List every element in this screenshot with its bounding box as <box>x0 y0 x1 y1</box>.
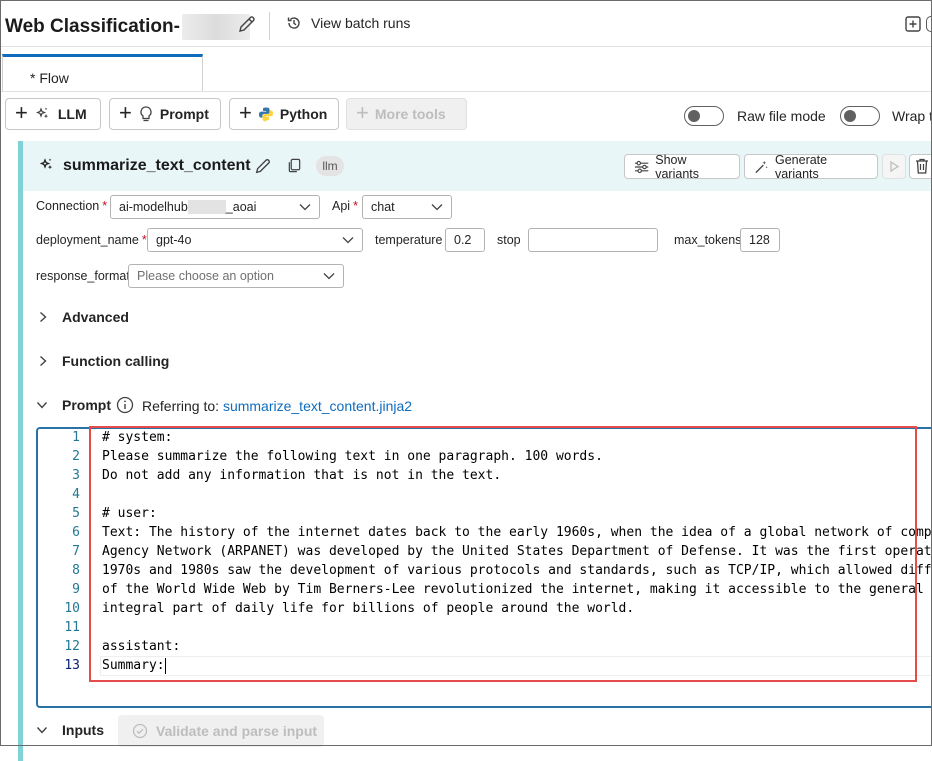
response-format-select[interactable]: Please choose an option <box>128 264 344 288</box>
trash-icon <box>916 158 928 174</box>
line-number: 1 <box>72 430 80 445</box>
chevron-down-icon <box>36 402 48 409</box>
plus-icon: + <box>356 100 369 125</box>
node-name: summarize_text_content <box>63 157 251 174</box>
line-number: 6 <box>72 525 80 540</box>
show-variants-label: Show variants <box>655 152 700 181</box>
chevron-down-icon <box>36 727 48 734</box>
overflow-icon[interactable] <box>926 16 932 32</box>
generate-variants-button[interactable]: Generate variants <box>744 152 878 181</box>
inputs-section-label: Inputs <box>62 722 104 738</box>
chevron-down-icon <box>342 237 354 244</box>
line-number: 13 <box>64 658 80 673</box>
more-tools-label: More tools <box>374 106 446 122</box>
connection-label: Connection * <box>36 199 108 213</box>
line-number: 2 <box>72 449 80 464</box>
chevron-right-icon <box>40 311 47 323</box>
temperature-label: temperature <box>375 233 443 247</box>
run-node-button[interactable] <box>882 154 906 179</box>
referring-to-label: Referring to: <box>142 398 220 414</box>
tab-divider-line <box>0 91 932 92</box>
view-batch-runs-button[interactable]: View batch runs <box>286 15 410 31</box>
generate-variants-label: Generate variants <box>774 152 828 181</box>
max-tokens-input[interactable]: 128 <box>740 228 780 252</box>
redacted-connection <box>187 200 226 215</box>
magic-wand-icon <box>755 160 768 173</box>
history-icon <box>287 17 300 29</box>
validate-label: Validate and parse input <box>156 723 318 739</box>
inputs-section-toggle[interactable]: Inputs <box>36 722 104 738</box>
advanced-section-toggle[interactable]: Advanced <box>38 309 129 325</box>
delete-node-button[interactable] <box>909 154 932 179</box>
llm-node-icon <box>35 107 48 119</box>
add-llm-label: LLM <box>57 106 87 122</box>
add-llm-button[interactable]: + LLM <box>5 98 101 130</box>
validate-icon <box>132 723 148 739</box>
line-number-gutter: 1 2 3 4 5 6 7 8 9 10 11 12 13 <box>40 428 80 675</box>
plus-icon: + <box>119 100 132 125</box>
function-calling-section-label: Function calling <box>62 353 170 369</box>
add-prompt-button[interactable]: + Prompt <box>109 98 221 130</box>
line-number: 10 <box>64 601 80 616</box>
referring-to-text: Referring to: summarize_text_content.jin… <box>142 398 412 414</box>
connection-select[interactable]: ai-modelhub _aoai <box>110 195 320 219</box>
prompt-section-toggle[interactable]: Prompt <box>36 397 111 413</box>
response-format-label: response_format <box>36 269 130 283</box>
wrap-toggle[interactable] <box>840 106 880 126</box>
chevron-down-icon <box>431 204 443 211</box>
show-variants-button[interactable]: Show variants <box>624 152 740 181</box>
header-divider <box>269 12 270 40</box>
edit-node-name-icon[interactable] <box>254 157 272 175</box>
line-number: 7 <box>72 544 80 559</box>
tab-flow[interactable]: * Flow <box>2 54 203 92</box>
chevron-right-icon <box>40 355 47 367</box>
referring-file-link[interactable]: summarize_text_content.jinja2 <box>223 398 412 414</box>
view-batch-runs-label: View batch runs <box>311 15 411 31</box>
stop-input[interactable] <box>528 228 658 252</box>
python-icon <box>258 107 273 122</box>
sliders-icon <box>634 160 649 173</box>
add-python-button[interactable]: + Python <box>229 98 339 130</box>
add-square-icon[interactable] <box>904 15 922 33</box>
line-number: 3 <box>72 468 80 483</box>
lightbulb-icon <box>140 106 152 122</box>
line-number: 4 <box>72 487 80 502</box>
api-select[interactable]: chat <box>362 195 452 219</box>
api-label: Api * <box>332 199 358 213</box>
line-number: 11 <box>64 620 80 635</box>
function-calling-section-toggle[interactable]: Function calling <box>38 353 169 369</box>
copy-icon[interactable] <box>287 158 302 173</box>
prompt-section-label: Prompt <box>62 397 111 413</box>
plus-icon: + <box>239 100 252 125</box>
highlight-box <box>89 426 917 682</box>
wrap-label: Wrap t <box>892 108 932 124</box>
raw-file-mode-label: Raw file mode <box>737 108 826 124</box>
edit-title-icon[interactable] <box>237 14 257 34</box>
header-divider-line <box>0 46 932 47</box>
temperature-input[interactable]: 0.2 <box>445 228 485 252</box>
deployment-name-select[interactable]: gpt-4o <box>147 228 363 252</box>
more-tools-button[interactable]: + More tools <box>346 98 467 130</box>
line-number: 9 <box>72 582 80 597</box>
add-python-label: Python <box>279 106 328 122</box>
info-icon[interactable] <box>116 396 134 414</box>
chevron-down-icon <box>323 273 335 280</box>
llm-node-icon <box>39 158 53 170</box>
line-number: 5 <box>72 506 80 521</box>
raw-file-mode-toggle[interactable] <box>684 106 724 126</box>
advanced-section-label: Advanced <box>62 309 129 325</box>
chevron-down-icon <box>299 204 311 211</box>
validate-and-parse-input-button[interactable]: Validate and parse input <box>118 715 324 747</box>
line-number: 12 <box>64 639 80 654</box>
app-title: Web Classification- <box>5 14 250 40</box>
plus-icon: + <box>15 100 28 125</box>
line-number: 8 <box>72 563 80 578</box>
add-prompt-label: Prompt <box>159 106 209 122</box>
node-type-badge: llm <box>316 156 344 176</box>
max-tokens-label: max_tokens <box>674 233 742 247</box>
play-icon <box>890 160 900 173</box>
deployment-name-label: deployment_name * <box>36 233 147 247</box>
stop-label: stop <box>497 233 521 247</box>
